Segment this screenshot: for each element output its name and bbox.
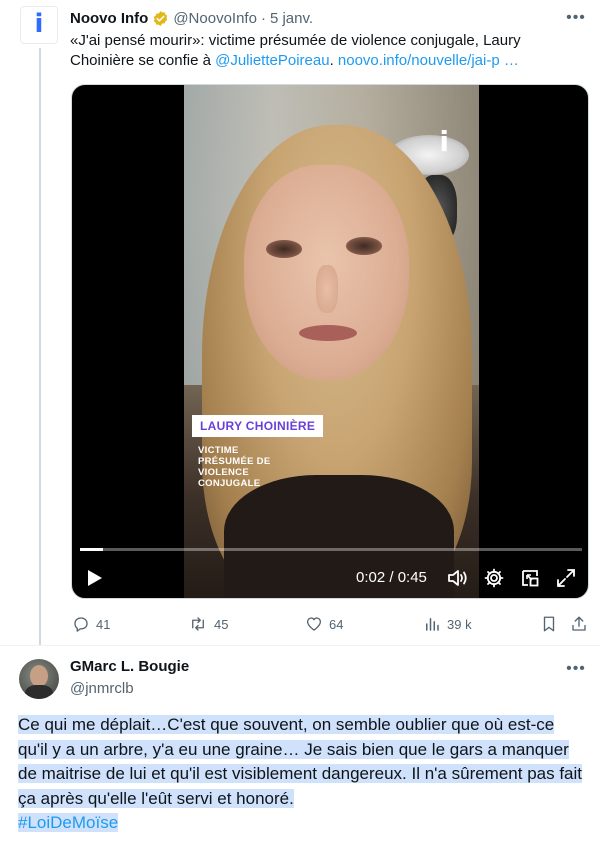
repost-icon: [192, 617, 204, 631]
volume-icon: [448, 570, 467, 586]
volume-button[interactable]: [446, 563, 470, 593]
views-chart-icon: [426, 618, 439, 631]
more-options-icon[interactable]: •••: [566, 10, 586, 26]
tweet-actions: 41 45 64 39 k: [70, 610, 590, 638]
separator: ·: [260, 9, 266, 27]
handle[interactable]: @NoovoInfo: [173, 10, 257, 27]
display-name[interactable]: GMarc L. Bougie: [70, 658, 189, 675]
eye-image: [266, 240, 302, 258]
picture-in-picture-icon: [522, 570, 539, 587]
bookmark-icon: [543, 616, 555, 632]
settings-button[interactable]: [482, 563, 506, 593]
mouth-image: [299, 325, 357, 341]
brand-overlay-icon: i: [439, 125, 449, 158]
gear-icon: [484, 568, 504, 588]
tweet-text: Ce qui me déplait…C'est que souvent, on …: [18, 713, 588, 836]
like-button[interactable]: 64: [305, 610, 343, 638]
lower-third: LAURY CHOINIÈRE VICTIME PRÉSUMÉE DE VIOL…: [192, 415, 324, 489]
tweet-reply[interactable]: GMarc L. Bougie @jnmrclb ••• Ce qui me d…: [0, 646, 600, 845]
time-display: 0:02 / 0:45: [356, 569, 427, 586]
tweet-header: Noovo Info @NoovoInfo · 5 janv.: [70, 7, 582, 29]
avatar[interactable]: i: [20, 6, 58, 44]
more-options-icon[interactable]: •••: [566, 661, 586, 677]
reply-button[interactable]: 41: [72, 610, 110, 638]
handle[interactable]: @jnmrclb: [70, 680, 134, 697]
eye-image: [346, 237, 382, 255]
avatar-head: [30, 665, 48, 687]
view-count: 39 k: [447, 616, 472, 632]
views-button[interactable]: 39 k: [423, 610, 472, 638]
tweet-noovo-info[interactable]: i Noovo Info @NoovoInfo · 5 janv. ••• «J…: [0, 0, 600, 645]
reply-count: 41: [96, 616, 111, 632]
hashtag-link[interactable]: #LoiDeMoïse: [18, 813, 119, 832]
share-icon: [572, 616, 586, 631]
lower-third-name: LAURY CHOINIÈRE: [192, 415, 324, 437]
tweet-text: «J'ai pensé mourir»: victime présumée de…: [70, 31, 570, 71]
mention-link[interactable]: @JuliettePoireau: [215, 52, 329, 69]
fullscreen-button[interactable]: [554, 563, 578, 593]
noovo-logo-icon: i: [34, 8, 44, 39]
share-button[interactable]: [570, 610, 588, 638]
progress-fill: [80, 548, 103, 551]
play-button[interactable]: [84, 563, 106, 593]
picture-in-picture-button[interactable]: [518, 563, 542, 593]
repost-count: 45: [214, 616, 229, 632]
person-face-image: [244, 165, 409, 380]
fullscreen-icon: [557, 569, 575, 587]
heart-icon: [306, 617, 322, 631]
repost-button[interactable]: 45: [188, 610, 228, 638]
thread-line: [39, 48, 41, 645]
tweet-text-body: Ce qui me déplait…C'est que souvent, on …: [18, 715, 583, 808]
bookmark-button[interactable]: [541, 610, 557, 638]
verified-badge-icon: [154, 10, 168, 26]
progress-bar[interactable]: [80, 548, 582, 551]
timestamp[interactable]: 5 janv.: [270, 10, 313, 27]
reply-icon: [74, 617, 88, 632]
avatar[interactable]: [19, 659, 59, 699]
tweet-text-after: .: [329, 52, 338, 69]
lower-third-description: VICTIME PRÉSUMÉE DE VIOLENCE CONJUGALE: [198, 445, 271, 489]
video-player[interactable]: i LAURY CHOINIÈRE VICTIME PRÉSUMÉE DE VI…: [71, 84, 589, 599]
display-name[interactable]: Noovo Info: [70, 10, 148, 27]
avatar-body: [25, 685, 53, 699]
nose-image: [316, 265, 338, 313]
play-icon: [88, 570, 102, 586]
video-frame[interactable]: i LAURY CHOINIÈRE VICTIME PRÉSUMÉE DE VI…: [184, 85, 479, 598]
like-count: 64: [329, 616, 344, 632]
video-controls: 0:02 / 0:45: [72, 563, 588, 593]
article-link[interactable]: noovo.info/nouvelle/jai-p …: [338, 52, 519, 69]
